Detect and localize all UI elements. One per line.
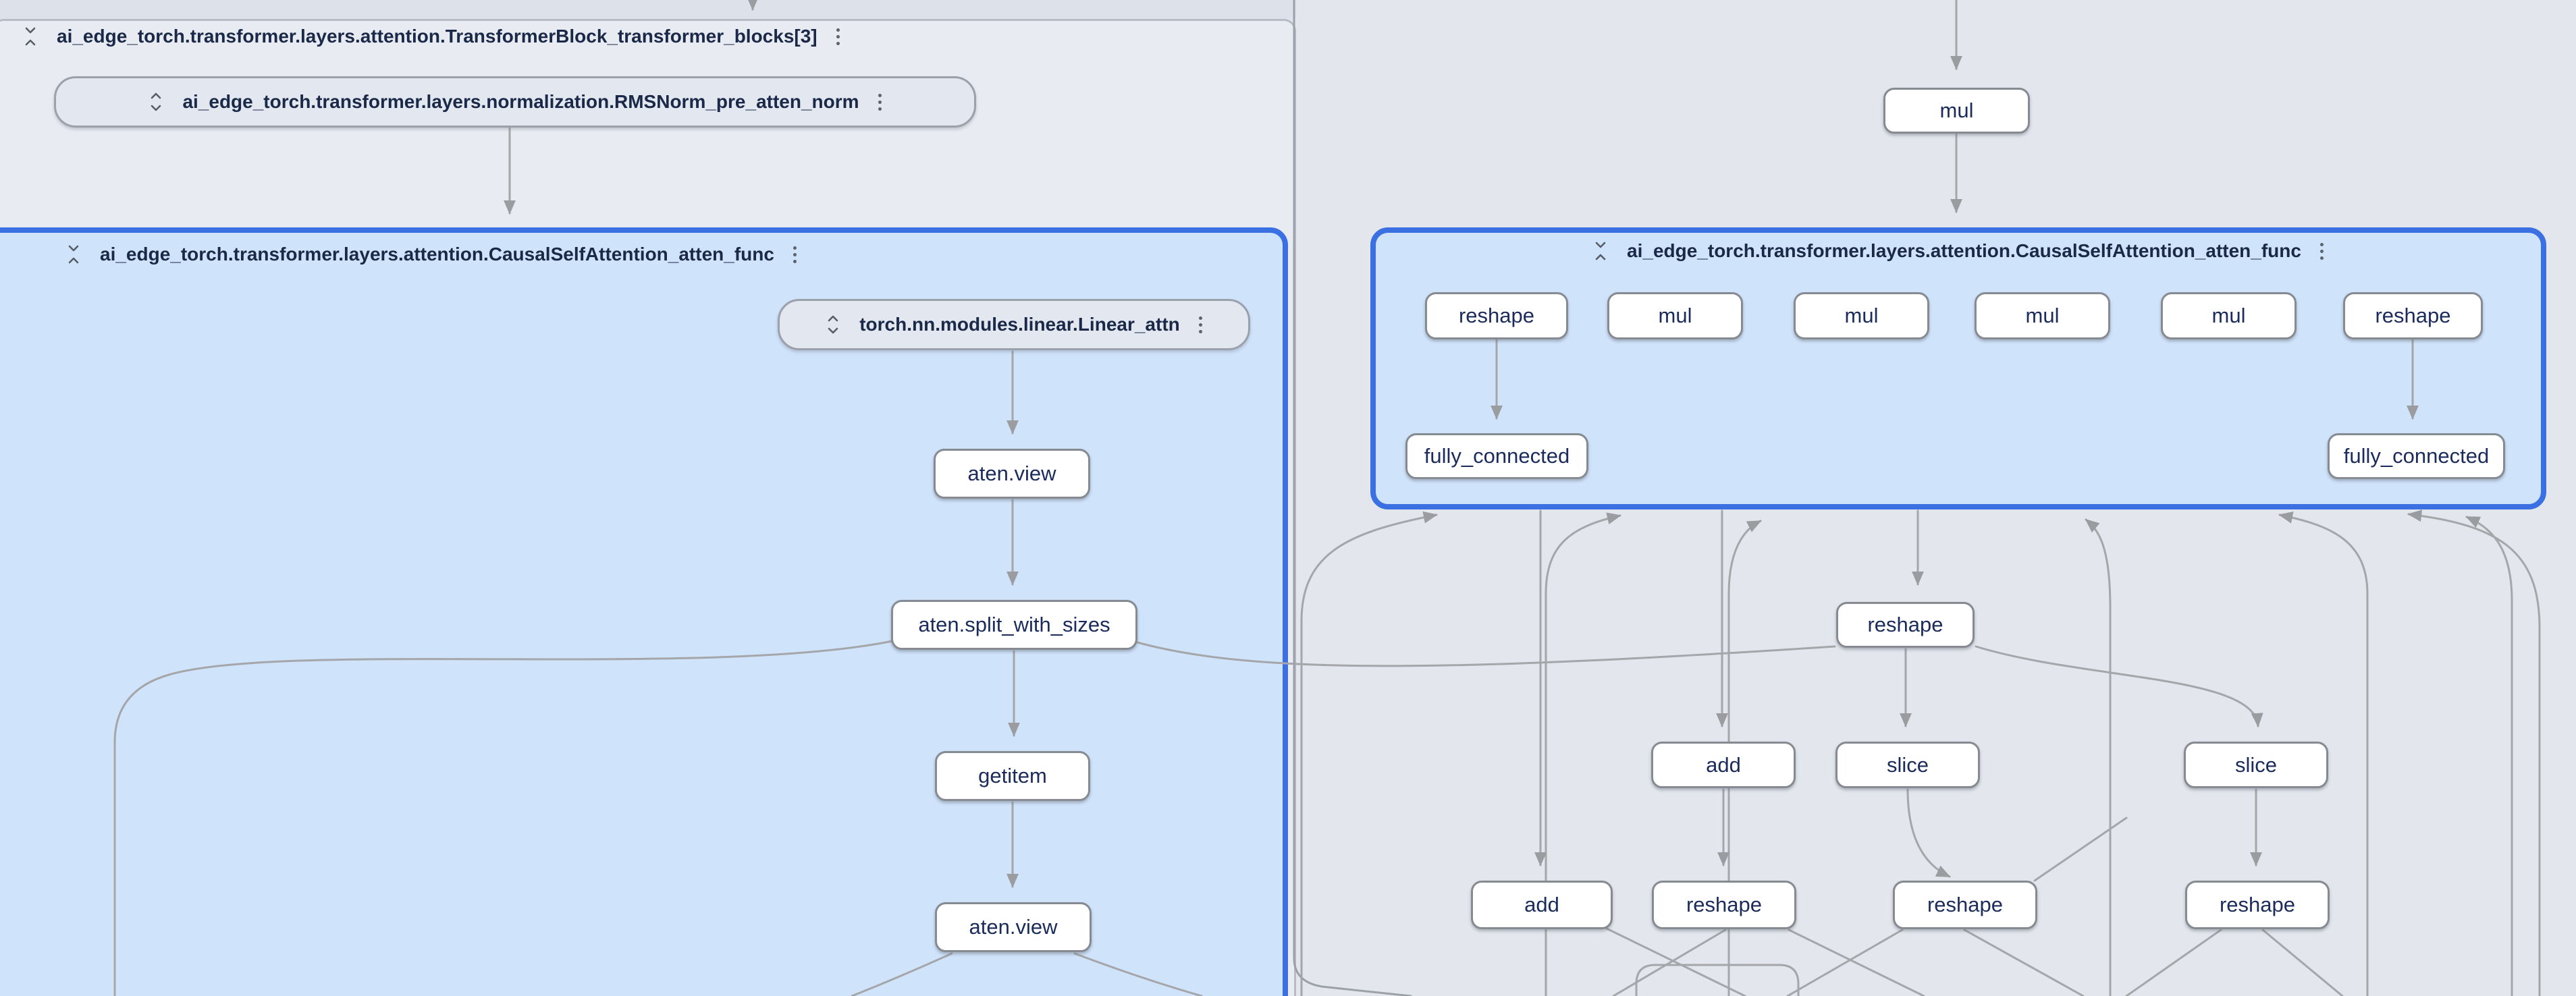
- op-node-label: aten.view: [969, 915, 1058, 939]
- op-node-label: slice: [2235, 753, 2277, 777]
- right-attention-title: ai_edge_torch.transformer.layers.attenti…: [1627, 240, 2301, 262]
- unfold-more-icon[interactable]: [822, 313, 844, 336]
- op-node-label: mul: [2026, 304, 2060, 328]
- unfold-less-icon[interactable]: [1589, 240, 1612, 262]
- op-node-label: mul: [1659, 304, 1692, 328]
- kebab-menu-icon[interactable]: [789, 245, 801, 265]
- op-node-label: mul: [2212, 304, 2246, 328]
- op-node-reshape[interactable]: reshape: [1836, 602, 1975, 648]
- op-node-mul[interactable]: mul: [1794, 292, 1929, 339]
- op-node-label: add: [1524, 893, 1559, 917]
- layer-node-rmsnorm-pre-atten-norm[interactable]: ai_edge_torch.transformer.layers.normali…: [54, 76, 976, 128]
- kebab-menu-icon[interactable]: [874, 92, 886, 112]
- op-node-label: reshape: [2375, 304, 2450, 328]
- op-node-label: aten.view: [968, 462, 1056, 486]
- canvas-background-strip: [0, 0, 1296, 19]
- transformer-block-title: ai_edge_torch.transformer.layers.attenti…: [57, 26, 817, 47]
- op-node-slice[interactable]: slice: [2184, 742, 2328, 788]
- op-node-reshape[interactable]: reshape: [1893, 881, 2037, 929]
- left-attention-title: ai_edge_torch.transformer.layers.attenti…: [100, 244, 774, 265]
- unfold-less-icon[interactable]: [62, 243, 85, 266]
- op-node-label: reshape: [1927, 893, 2003, 917]
- kebab-menu-icon[interactable]: [832, 27, 844, 47]
- op-node-label: slice: [1887, 753, 1929, 777]
- op-node-mul[interactable]: mul: [1883, 88, 2030, 134]
- left-attention-header[interactable]: ai_edge_torch.transformer.layers.attenti…: [62, 237, 801, 272]
- op-node-label: reshape: [1867, 613, 1943, 637]
- kebab-menu-icon[interactable]: [1195, 315, 1206, 335]
- op-node-mul[interactable]: mul: [1607, 292, 1743, 339]
- unfold-less-icon[interactable]: [19, 25, 42, 48]
- op-node-mul[interactable]: mul: [2161, 292, 2297, 339]
- layer-node-label: torch.nn.modules.linear.Linear_attn: [859, 314, 1180, 335]
- op-node-aten-view[interactable]: aten.view: [934, 449, 1090, 499]
- op-node-label: aten.split_with_sizes: [918, 613, 1110, 637]
- op-node-label: fully_connected: [2344, 444, 2489, 468]
- kebab-menu-icon[interactable]: [2316, 242, 2328, 261]
- op-node-label: reshape: [1459, 304, 1534, 328]
- op-node-add[interactable]: add: [1471, 881, 1613, 929]
- op-node-reshape[interactable]: reshape: [1425, 292, 1568, 339]
- op-node-slice[interactable]: slice: [1835, 742, 1980, 788]
- unfold-more-icon[interactable]: [144, 90, 167, 113]
- op-node-aten-view[interactable]: aten.view: [935, 902, 1092, 952]
- right-attention-header[interactable]: ai_edge_torch.transformer.layers.attenti…: [1376, 233, 2541, 269]
- transformer-block-header[interactable]: ai_edge_torch.transformer.layers.attenti…: [19, 19, 844, 54]
- op-node-label: add: [1706, 753, 1741, 777]
- op-node-label: mul: [1940, 99, 1974, 123]
- op-node-label: fully_connected: [1424, 444, 1569, 468]
- op-node-reshape[interactable]: reshape: [2185, 881, 2330, 929]
- op-node-reshape[interactable]: reshape: [2343, 292, 2483, 339]
- op-node-reshape[interactable]: reshape: [1652, 881, 1796, 929]
- layer-node-linear-attn[interactable]: torch.nn.modules.linear.Linear_attn: [778, 299, 1250, 350]
- op-node-label: reshape: [1686, 893, 1762, 917]
- op-node-label: getitem: [978, 764, 1047, 788]
- op-node-fully-connected[interactable]: fully_connected: [1405, 433, 1588, 479]
- op-node-add[interactable]: add: [1651, 742, 1796, 788]
- op-node-getitem[interactable]: getitem: [935, 751, 1090, 801]
- op-node-label: mul: [1845, 304, 1879, 328]
- op-node-aten-split-with-sizes[interactable]: aten.split_with_sizes: [891, 600, 1137, 650]
- op-node-fully-connected[interactable]: fully_connected: [2328, 433, 2505, 479]
- op-node-mul[interactable]: mul: [1975, 292, 2110, 339]
- graph-canvas[interactable]: ai_edge_torch.transformer.layers.attenti…: [0, 0, 2576, 996]
- op-node-label: reshape: [2220, 893, 2295, 917]
- layer-node-label: ai_edge_torch.transformer.layers.normali…: [182, 91, 859, 113]
